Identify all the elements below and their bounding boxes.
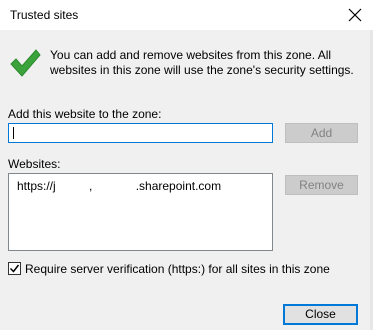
https-verification-label: Require server verification (https:) for…: [25, 262, 330, 276]
text-caret: [13, 127, 14, 139]
window-title: Trusted sites: [10, 8, 79, 22]
close-icon[interactable]: [348, 8, 362, 22]
website-input[interactable]: [8, 123, 273, 143]
add-website-label: Add this website to the zone:: [8, 107, 162, 121]
zone-info-text: You can add and remove websites from thi…: [50, 48, 354, 77]
green-checkmark-icon: [10, 49, 41, 77]
list-item[interactable]: https://j , .sharepoint.com: [17, 179, 221, 193]
checkbox-checked-icon: [9, 264, 20, 273]
trusted-sites-dialog: Trusted sites You can add and remove web…: [0, 0, 373, 330]
add-button[interactable]: Add: [285, 123, 358, 143]
https-verification-checkbox[interactable]: [8, 262, 21, 275]
title-bar: Trusted sites: [0, 0, 373, 30]
websites-label: Websites:: [8, 157, 61, 171]
remove-button[interactable]: Remove: [285, 175, 358, 195]
websites-list[interactable]: https://j , .sharepoint.com: [8, 173, 273, 251]
close-button[interactable]: Close: [283, 304, 358, 325]
